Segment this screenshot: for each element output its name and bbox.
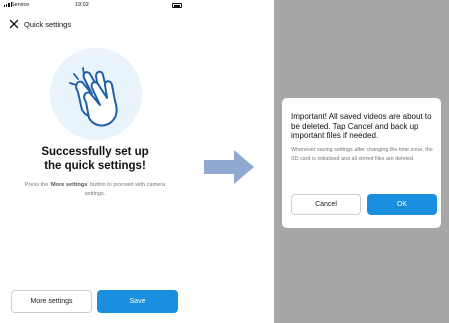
desc-prefix: Press the '	[24, 182, 51, 188]
status-bar: Service 19:02	[0, 0, 190, 12]
success-title-line1: Successfully set up	[41, 146, 149, 158]
hero-illustration	[50, 48, 142, 140]
confirm-dialog: Important! All saved videos are about to…	[282, 98, 441, 228]
carrier-label: Service	[11, 2, 30, 8]
dialog-message: Whenever saving settings after changing …	[291, 147, 433, 162]
success-description: Press the 'More settings' button to proc…	[20, 181, 170, 199]
clock-time: 19:02	[75, 2, 89, 8]
more-settings-button[interactable]: More settings	[11, 290, 92, 313]
header-bar: Quick settings	[0, 13, 190, 33]
arrow-right-icon	[204, 150, 254, 184]
success-title: Successfully set up the quick settings!	[0, 145, 190, 173]
close-icon[interactable]	[8, 17, 20, 29]
save-button[interactable]: Save	[97, 290, 178, 313]
desc-suffix: ' button to proceed with camera settings…	[84, 182, 166, 197]
success-title-line2: the quick settings!	[44, 160, 146, 172]
cancel-button[interactable]: Cancel	[291, 194, 361, 215]
dialog-title: Important! All saved videos are about to…	[291, 112, 432, 140]
battery-icon	[172, 3, 182, 8]
clapping-hands-icon	[69, 67, 118, 127]
ok-button[interactable]: OK	[367, 194, 437, 215]
desc-emphasis: More settings	[51, 182, 88, 188]
dimmed-overlay: Important! All saved videos are about to…	[274, 0, 449, 323]
quick-settings-screen: Service 19:02 Quick settings Successfull…	[0, 0, 190, 323]
page-title: Quick settings	[24, 20, 72, 29]
